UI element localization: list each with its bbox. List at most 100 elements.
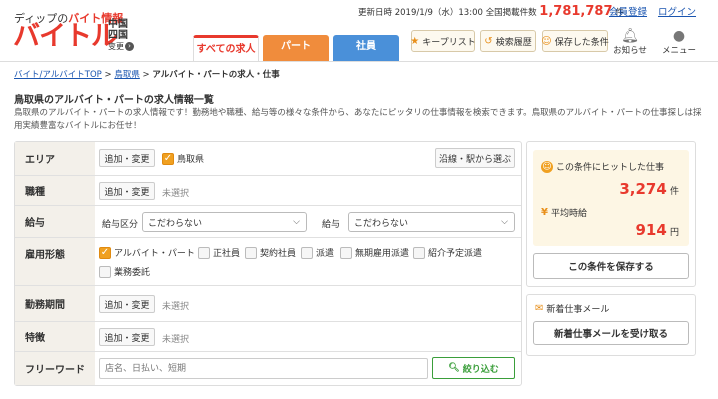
page-title: 鳥取県のアルバイト・パートの求人情報一覧: [14, 95, 214, 106]
mail-panel: ✉ 新着仕事メール 新着仕事メールを受け取る: [526, 294, 696, 356]
area-row: エリア 追加・変更 ✓ 鳥取県 沿線・駅から選ぶ: [15, 142, 521, 176]
breadcrumb-current: アルバイト・パートの求人・仕事: [152, 70, 280, 80]
result-summary-panel: ☺ この条件にヒットした仕事 3,274 件 ¥ 平均時給 914 円 この条件…: [526, 141, 696, 287]
employment-label: 雇用形態: [15, 238, 95, 285]
search-history-button[interactable]: ↺ 検索履歴: [480, 30, 536, 52]
notice-label: お知らせ: [613, 46, 647, 56]
emp-checkbox-part[interactable]: ✓ アルバイト・パート: [99, 246, 195, 259]
total-count: 1,781,787: [539, 4, 613, 19]
mail-label-row: ✉ 新着仕事メール: [535, 302, 609, 315]
freeword-input[interactable]: [99, 358, 428, 379]
keep-list-button[interactable]: ★ キープリスト: [410, 30, 476, 52]
hit-label: この条件にヒットした仕事: [556, 163, 665, 173]
job-change-button[interactable]: 追加・変更: [99, 182, 155, 200]
updated-label: 更新日時: [358, 8, 393, 18]
notice-button[interactable]: 🔔︎ お知らせ: [611, 28, 649, 56]
region-line1: 中国: [108, 19, 128, 30]
emp-label-itaku: 業務委託: [114, 268, 151, 278]
site-logo[interactable]: バイトル: [13, 22, 118, 52]
job-row: 職種 追加・変更 未選択: [15, 176, 521, 206]
salary-type-select[interactable]: こだわらない ⌵: [142, 212, 307, 232]
search-button-label: 絞り込む: [462, 364, 499, 375]
tab-shain[interactable]: 社員: [333, 35, 399, 61]
page-description: 鳥取県のアルバイト・パートの求人情報です！勤務地や職種、給与等の様々な条件から、…: [14, 108, 702, 131]
save-condition-button[interactable]: この条件を保存する: [533, 253, 689, 279]
check-icon: ✓: [99, 246, 111, 259]
update-info: 更新日時 2019/1/9（水）13:00 全国掲載件数 1,781,787 件: [358, 4, 624, 19]
job-label: 職種: [15, 176, 95, 205]
salary-type-value: こだわらない: [148, 218, 203, 229]
salary-label: 給与: [15, 206, 95, 237]
chevron-down-icon: ⌵: [501, 217, 508, 227]
bell-icon: 🔔︎: [621, 28, 639, 44]
menu-label: メニュー: [661, 46, 696, 56]
avg-unit: 円: [669, 228, 679, 238]
hit-count: 3,274: [619, 180, 667, 198]
area-selected-checkbox[interactable]: ✓ 鳥取県: [162, 152, 204, 165]
emp-checkbox-seishain[interactable]: 正社員: [198, 246, 240, 259]
mail-icon: ✉: [535, 303, 544, 314]
updated-date: 2019/1/9（水）13:00 全国掲載件数: [394, 8, 537, 18]
search-history-label: 検索履歴: [495, 37, 532, 48]
emp-checkbox-shokai[interactable]: 紹介予定派遣: [413, 246, 482, 259]
emp-checkbox-muki[interactable]: 無期雇用派遣: [340, 246, 409, 259]
history-icon: ↺: [484, 35, 493, 47]
emp-checkbox-keiyaku[interactable]: 契約社員: [245, 246, 296, 259]
keep-list-label: キープリスト: [422, 37, 476, 48]
emp-label-seishain: 正社員: [213, 249, 241, 259]
period-row: 勤務期間 追加・変更 未選択: [15, 286, 521, 322]
feature-change-button[interactable]: 追加・変更: [99, 328, 155, 346]
emp-checkbox-itaku[interactable]: 業務委託: [99, 265, 150, 278]
user-icon: ●: [672, 28, 686, 44]
emp-label-shokai: 紹介予定派遣: [428, 249, 483, 259]
register-link[interactable]: 会員登録: [609, 4, 647, 18]
emp-checkbox-haken[interactable]: 派遣: [301, 246, 334, 259]
salary-amount-label: 給与: [322, 220, 341, 230]
new-job-mail-button[interactable]: 新着仕事メールを受け取る: [533, 321, 689, 345]
saved-conditions-button[interactable]: ☺ 保存した条件: [541, 30, 609, 52]
smile-icon: ☺: [541, 160, 553, 173]
salary-amount-select[interactable]: こだわらない ⌵: [348, 212, 515, 232]
salary-amount-value: こだわらない: [354, 218, 409, 229]
saved-conditions-label: 保存した条件: [554, 37, 609, 48]
result-summary-box: ☺ この条件にヒットした仕事 3,274 件 ¥ 平均時給 914 円: [533, 150, 689, 246]
search-form: エリア 追加・変更 ✓ 鳥取県 沿線・駅から選ぶ 職種 追加・変更 未選択 給与…: [14, 141, 522, 386]
yen-icon: ¥: [541, 207, 548, 218]
star-icon: ★: [410, 35, 420, 47]
period-change-button[interactable]: 追加・変更: [99, 295, 155, 313]
login-link[interactable]: ログイン: [658, 4, 696, 18]
avg-value-row: 914 円: [635, 221, 679, 239]
feature-row: 特徴 追加・変更 未選択: [15, 322, 521, 352]
mail-label: 新着仕事メール: [546, 305, 610, 315]
chevron-down-icon: ⌵: [293, 217, 300, 227]
job-value: 未選択: [162, 189, 190, 199]
region-change-label: 变更: [108, 42, 124, 51]
emp-label-haken: 派遣: [316, 249, 335, 259]
feature-value: 未選択: [162, 335, 190, 345]
tab-part[interactable]: パート: [263, 35, 329, 61]
region-selector[interactable]: 中国 四国 变更 ›: [108, 19, 134, 52]
area-change-button[interactable]: 追加・変更: [99, 149, 155, 167]
hit-label-row: ☺ この条件にヒットした仕事: [541, 160, 664, 173]
search-button[interactable]: 🔍︎ 絞り込む: [432, 357, 515, 379]
emp-label-muki: 無期雇用派遣: [355, 249, 410, 259]
freeword-row: フリーワード 🔍︎ 絞り込む: [15, 352, 521, 385]
breadcrumb: バイト/アルバイトTOP > 鳥取県 > アルバイト・パートの求人・仕事: [14, 70, 280, 80]
emp-label-keiyaku: 契約社員: [260, 249, 297, 259]
region-line2: 四国: [108, 30, 128, 41]
chevron-circle-icon: ›: [125, 42, 134, 51]
breadcrumb-top-link[interactable]: バイト/アルバイトTOP: [14, 70, 102, 80]
avg-label: 平均時給: [550, 209, 587, 219]
area-label: エリア: [15, 142, 95, 175]
menu-button[interactable]: ● メニュー: [660, 28, 698, 56]
avg-label-row: ¥ 平均時給: [541, 206, 587, 219]
check-icon: ✓: [162, 152, 174, 165]
hit-count-row: 3,274 件: [619, 180, 679, 198]
site-header: ディップのバイト情報 バイトル 中国 四国 变更 › 更新日時 2019/1/9（…: [0, 0, 718, 62]
tab-all-jobs[interactable]: すべての求人: [193, 35, 259, 61]
period-value: 未選択: [162, 302, 190, 312]
freeword-label: フリーワード: [15, 352, 95, 385]
salary-type-label: 給与区分: [102, 220, 139, 230]
line-station-button[interactable]: 沿線・駅から選ぶ: [435, 148, 515, 168]
breadcrumb-pref-link[interactable]: 鳥取県: [114, 70, 140, 80]
